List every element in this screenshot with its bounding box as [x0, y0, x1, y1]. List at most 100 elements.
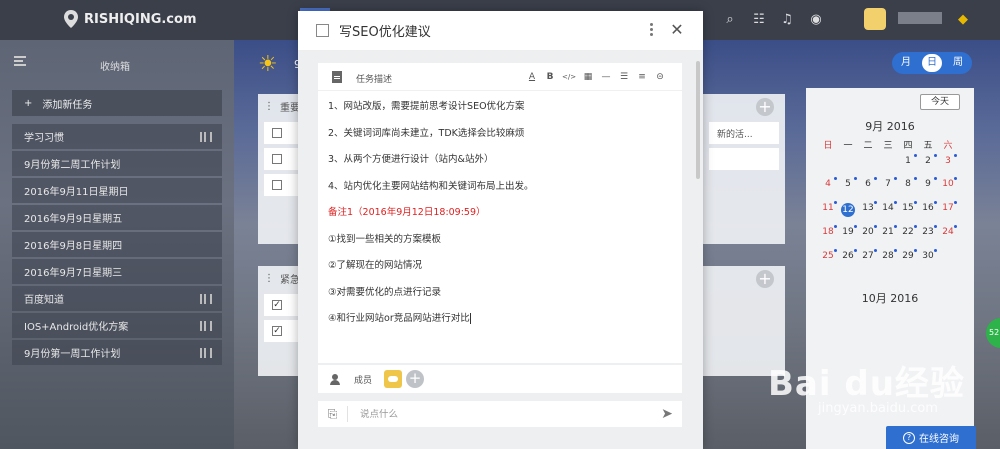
calendar-day[interactable]: 6 — [858, 177, 878, 189]
calendar-day[interactable]: 8 — [898, 177, 918, 189]
calendar-day[interactable]: 17 — [938, 201, 958, 217]
paperclip-icon[interactable]: ⎘ — [318, 406, 348, 422]
calendar-day[interactable]: 3 — [938, 154, 958, 166]
task-checkbox[interactable] — [272, 128, 282, 138]
add-task-button[interactable]: + 添加新任务 — [12, 90, 222, 116]
bell-icon[interactable]: ♫ — [779, 12, 795, 28]
horizontal-rule-icon[interactable]: — — [600, 71, 612, 83]
numbered-list-icon[interactable]: ≡ — [636, 71, 648, 83]
task-row[interactable] — [264, 148, 298, 170]
calendar-day[interactable]: 10 — [938, 177, 958, 189]
task-row[interactable] — [264, 122, 298, 144]
list-badge-icon — [200, 131, 212, 142]
calendar-day[interactable]: 24 — [938, 225, 958, 237]
calendar-day[interactable]: 29 — [898, 249, 918, 261]
task-row[interactable]: 新的活... — [709, 122, 779, 144]
close-icon[interactable]: ✕ — [668, 21, 686, 39]
add-task-plus-icon[interactable]: + — [756, 270, 774, 288]
calendar-day[interactable]: 23 — [918, 225, 938, 237]
calendar-day[interactable]: 11 — [818, 201, 838, 217]
bold-icon[interactable]: B — [544, 71, 556, 83]
sidebar-item[interactable]: 2016年9月8日星期四 — [12, 232, 222, 257]
calendar-day[interactable]: 22 — [898, 225, 918, 237]
sidebar-item[interactable]: 9月份第二周工作计划 — [12, 151, 222, 176]
sidebar-item-label: IOS+Android优化方案 — [24, 322, 129, 333]
calendar-day[interactable]: 4 — [818, 177, 838, 189]
calendar-day[interactable]: 14 — [878, 201, 898, 217]
calendar-day[interactable]: 26 — [838, 249, 858, 261]
task-checkbox[interactable] — [272, 180, 282, 190]
members-label: 成员 — [354, 375, 373, 386]
view-week[interactable]: 周 — [948, 54, 968, 72]
sidebar-item[interactable]: 9月份第一周工作计划 — [12, 340, 222, 365]
avatar[interactable] — [864, 8, 886, 30]
calendar-day[interactable]: 30 — [918, 249, 938, 261]
editor-content[interactable]: 1、网站改版，需要提前思考设计SEO优化方案 2、关键词词库尚未建立，TDK选择… — [318, 91, 682, 338]
search-icon[interactable]: ⌕ — [722, 12, 738, 28]
calendar-day[interactable]: 28 — [878, 249, 898, 261]
modal-title[interactable]: 写SEO优化建议 — [339, 21, 431, 40]
description-editor[interactable]: 任务描述 A B </> ▦ — ☰ ≡ ⊝ 1、网站改版，需要提前思考设计SE… — [318, 63, 682, 363]
apps-grid-icon[interactable]: ☷ — [751, 12, 767, 28]
calendar-day[interactable]: 13 — [858, 201, 878, 217]
calendar-day[interactable]: 21 — [878, 225, 898, 237]
bullet-list-icon[interactable]: ☰ — [618, 71, 630, 83]
task-checkbox[interactable] — [272, 154, 282, 164]
online-consult-button[interactable]: ? 在线咨询 — [886, 426, 976, 449]
logo[interactable]: RISHIQING.com — [64, 10, 197, 28]
diamond-icon[interactable]: ◆ — [958, 12, 968, 27]
task-row[interactable] — [264, 320, 298, 342]
member-avatar[interactable] — [384, 370, 403, 388]
calendar-day[interactable]: 5 — [838, 177, 858, 189]
calendar-day[interactable]: 25 — [818, 249, 838, 261]
add-member-icon[interactable]: + — [406, 370, 425, 388]
user-circle-icon[interactable]: ◉ — [808, 12, 824, 28]
calendar-week-row: 18 19 20 21 22 23 24 — [818, 225, 958, 237]
today-button[interactable]: 今天 — [920, 94, 960, 110]
view-day[interactable]: 日 — [922, 54, 942, 72]
sidebar-item[interactable]: 2016年9月9日星期五 — [12, 205, 222, 230]
task-checkbox[interactable] — [272, 326, 282, 336]
more-vertical-icon[interactable] — [650, 23, 654, 37]
editor-label: 任务描述 — [356, 75, 393, 85]
table-icon[interactable]: ▦ — [582, 71, 594, 83]
sidebar-item[interactable]: 百度知道 — [12, 286, 222, 311]
sidebar-item[interactable]: 2016年9月11日星期日 — [12, 178, 222, 203]
event-dot — [954, 201, 957, 204]
code-icon[interactable]: </> — [562, 71, 576, 83]
calendar-day — [858, 156, 878, 166]
event-dot — [914, 249, 917, 252]
calendar-day[interactable]: 27 — [858, 249, 878, 261]
task-checkbox[interactable] — [272, 300, 282, 310]
send-icon[interactable]: ➤ — [652, 406, 682, 422]
task-row[interactable] — [264, 294, 298, 316]
drag-handle-icon[interactable]: ⋮ — [264, 101, 274, 112]
menu-icon[interactable] — [14, 56, 26, 66]
calendar-day[interactable]: 1 — [898, 154, 918, 166]
calendar-day[interactable]: 20 — [858, 225, 878, 237]
calendar-day[interactable]: 15 — [898, 201, 918, 217]
calendar-day[interactable]: 19 — [838, 225, 858, 237]
quadrant-right-top: 新的活... — [703, 94, 785, 244]
add-task-plus-icon[interactable]: + — [756, 98, 774, 116]
calendar-day[interactable]: 16 — [918, 201, 938, 217]
drag-handle-icon[interactable]: ⋮ — [264, 273, 274, 284]
calendar-day[interactable]: 2 — [918, 154, 938, 166]
link-icon[interactable]: ⊝ — [654, 71, 666, 83]
modal-scrollbar[interactable] — [696, 61, 700, 179]
task-complete-checkbox[interactable] — [316, 24, 329, 37]
sidebar-item[interactable]: IOS+Android优化方案 — [12, 313, 222, 338]
calendar-day[interactable]: 18 — [818, 225, 838, 237]
sidebar-item[interactable]: 学习习惯 — [12, 124, 222, 149]
view-month[interactable]: 月 — [896, 54, 916, 72]
sidebar-item-label: 学习习惯 — [24, 133, 64, 144]
task-row[interactable] — [264, 174, 298, 196]
task-row[interactable] — [709, 148, 779, 170]
text-color-icon[interactable]: A — [526, 71, 538, 83]
user-name-blurred[interactable] — [898, 12, 942, 24]
calendar-day[interactable]: 7 — [878, 177, 898, 189]
sidebar-item[interactable]: 2016年9月7日星期三 — [12, 259, 222, 284]
calendar-day[interactable]: 9 — [918, 177, 938, 189]
calendar-day[interactable]: 12 — [838, 203, 858, 217]
comment-input[interactable] — [348, 408, 652, 420]
